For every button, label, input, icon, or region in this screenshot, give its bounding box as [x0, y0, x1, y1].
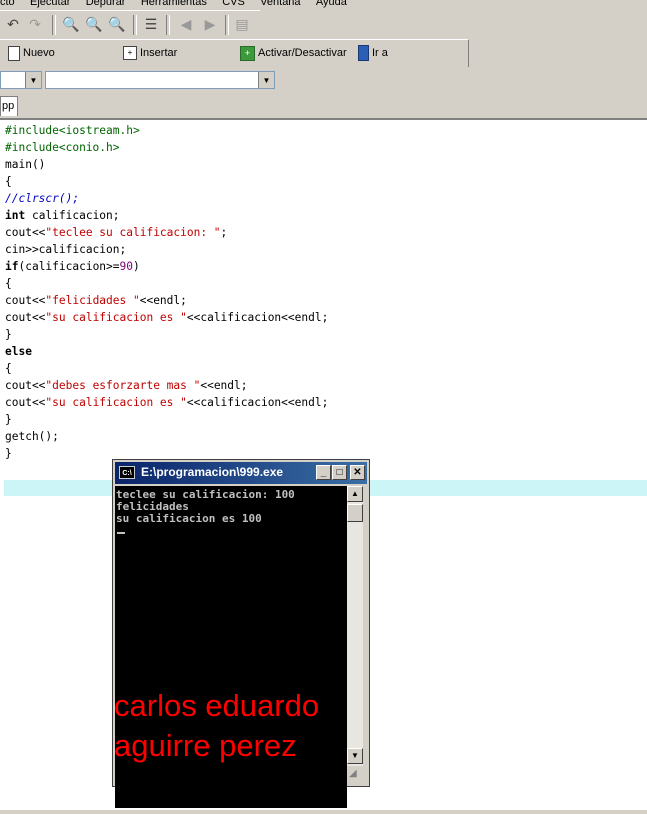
maximize-button[interactable]: □ — [332, 465, 347, 480]
code-line: } — [5, 413, 12, 426]
code-line: cout<<"debes esforzarte mas "<<endl; — [5, 379, 248, 392]
code-line: { — [5, 175, 12, 188]
toggle-breakpoint-icon: + — [240, 45, 255, 61]
code-line: #include<iostream.h> — [5, 124, 140, 137]
code-line: cout<<"su calificacion es "<<calificacio… — [5, 396, 329, 409]
back-icon[interactable]: ◀ — [177, 15, 195, 33]
tab-file[interactable]: pp — [0, 96, 18, 116]
toolbar-separator — [225, 15, 229, 35]
code-text: #include<iostream.h> #include<conio.h> mai… — [5, 122, 328, 462]
code-line: cin>>calificacion; — [5, 243, 127, 256]
code-line: else — [5, 345, 32, 358]
console-output-line: su calificacion es 100 — [116, 512, 262, 525]
console-vertical-scrollbar[interactable]: ▲ ▼ — [347, 486, 363, 766]
code-line: { — [5, 277, 12, 290]
ira-label: Ir a — [372, 47, 388, 59]
redo-icon[interactable]: ↷ — [26, 15, 44, 33]
member-combo[interactable]: ▼ — [45, 71, 275, 89]
activar-desactivar-button[interactable]: + Activar/Desactivar — [240, 45, 347, 61]
code-line: cout<<"teclee su calificacion: "; — [5, 226, 228, 239]
scroll-thumb[interactable] — [347, 504, 363, 522]
code-line: } — [5, 328, 12, 341]
class-browser-bar: ▼ ▼ — [0, 67, 647, 94]
toolbar-separator — [166, 15, 170, 35]
code-line: int calificacion; — [5, 209, 120, 222]
menu-item-cvs[interactable]: CVS — [222, 0, 245, 8]
menu-item-ejecutar[interactable]: Ejecutar — [30, 0, 70, 8]
new-file-icon — [8, 45, 20, 61]
menu-item-proyecto[interactable]: cto — [0, 0, 15, 8]
goto-line-icon[interactable]: ☰ — [142, 15, 160, 33]
chevron-down-icon[interactable]: ▼ — [25, 72, 41, 88]
insert-icon: + — [123, 46, 137, 60]
chevron-down-icon[interactable]: ▼ — [258, 72, 274, 88]
console-title: E:\programacion\999.exe — [141, 465, 284, 479]
console-cursor — [117, 532, 125, 534]
find-icon[interactable]: 🔍 — [62, 15, 80, 33]
console-app-icon: C:\ — [119, 466, 135, 479]
code-line: getch(); — [5, 430, 59, 443]
main-toolbar: ↶ ↷ 🔍 🔍 🔍 ☰ ◀ ▶ ▤ — [0, 10, 260, 40]
code-line: { — [5, 362, 12, 375]
bookmark-icon[interactable]: ▤ — [233, 15, 251, 33]
ir-a-button[interactable]: Ir a — [358, 45, 388, 61]
status-bar-edge — [0, 810, 647, 814]
forward-icon[interactable]: ▶ — [201, 15, 219, 33]
code-line: #include<conio.h> — [5, 141, 120, 154]
console-titlebar[interactable]: C:\ E:\programacion\999.exe _ □ ✕ — [115, 462, 367, 484]
scroll-up-icon[interactable]: ▲ — [347, 486, 363, 502]
code-line: cout<<"su calificacion es "<<calificacio… — [5, 311, 329, 324]
menu-bar: cto Ejecutar Depurar Herramientas CVS Ve… — [0, 0, 647, 9]
menu-item-ayuda[interactable]: Ayuda — [316, 0, 347, 8]
author-overlay-text: carlos eduardo aguirre perez — [114, 688, 320, 763]
toolbar-separator — [133, 15, 137, 35]
code-line: //clrscr(); — [5, 192, 80, 205]
code-line: cout<<"felicidades "<<endl; — [5, 294, 187, 307]
undo-icon[interactable]: ↶ — [4, 15, 22, 33]
class-combo[interactable]: ▼ — [0, 71, 42, 89]
scroll-down-icon[interactable]: ▼ — [347, 748, 363, 764]
class-toolbar: Nuevo + Insertar + Activar/Desactivar Ir… — [0, 39, 469, 68]
console-output: teclee su calificacion: 100 felicidades su… — [116, 489, 295, 525]
close-button[interactable]: ✕ — [350, 465, 365, 480]
activar-label: Activar/Desactivar — [258, 47, 347, 59]
menu-item-ventana[interactable]: Ventana — [260, 0, 300, 8]
find-next-icon[interactable]: 🔍 — [85, 15, 103, 33]
resize-grip-icon[interactable]: ◢ — [349, 768, 365, 784]
insertar-label: Insertar — [140, 47, 178, 59]
menu-item-depurar[interactable]: Depurar — [86, 0, 126, 8]
goto-icon — [358, 45, 369, 61]
code-line: main() — [5, 158, 46, 171]
nuevo-button[interactable]: Nuevo — [8, 45, 55, 61]
menu-item-herramientas[interactable]: Herramientas — [141, 0, 207, 8]
insertar-button[interactable]: + Insertar — [123, 45, 177, 61]
replace-icon[interactable]: 🔍 — [108, 15, 126, 33]
nuevo-label: Nuevo — [23, 47, 55, 59]
code-line: if(calificacion>=90) — [5, 260, 140, 273]
file-tab-bar: pp — [0, 94, 647, 119]
minimize-button[interactable]: _ — [316, 465, 331, 480]
toolbar-separator — [52, 15, 56, 35]
